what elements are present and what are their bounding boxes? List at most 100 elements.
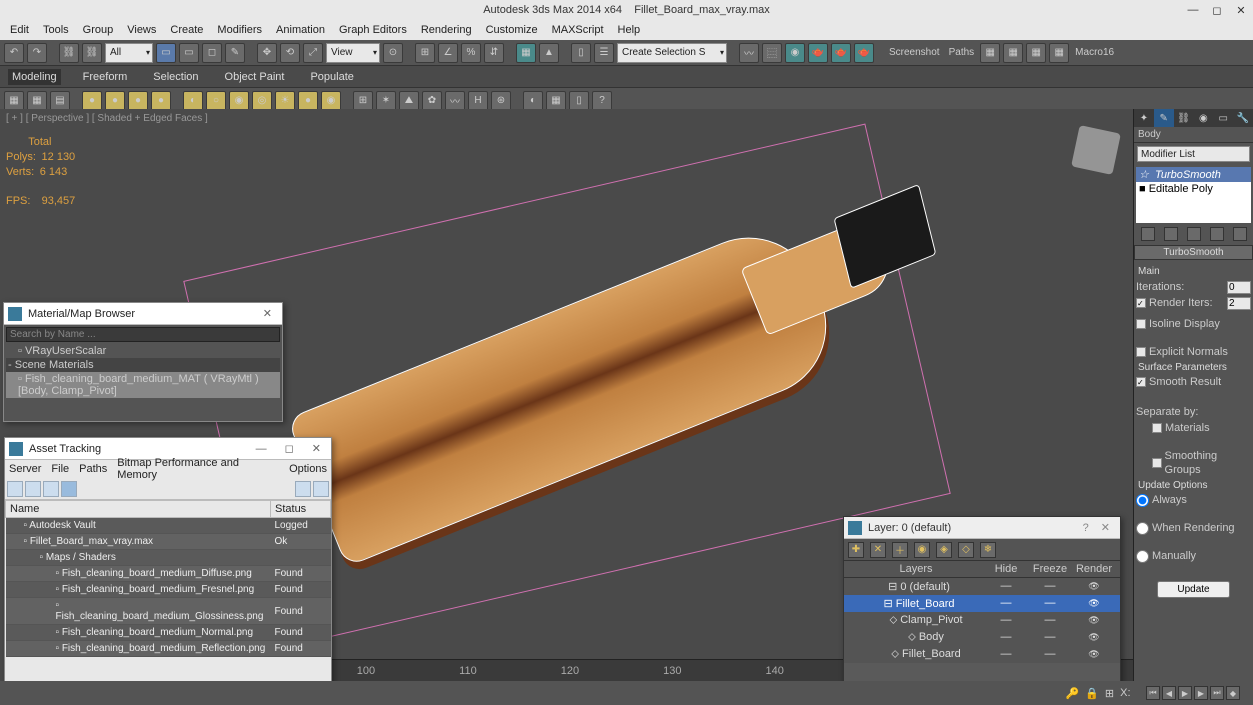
asset-tracking-window[interactable]: Asset Tracking — ◻ ✕ Server File Paths B… xyxy=(4,437,332,690)
move-button[interactable]: ✥ xyxy=(257,43,277,63)
link-button[interactable]: ⛓ xyxy=(59,43,79,63)
menu-tools[interactable]: Tools xyxy=(37,23,75,37)
explicit-normals-check[interactable] xyxy=(1136,347,1146,357)
menu-maxscript[interactable]: MAXScript xyxy=(546,23,610,37)
configure-sets-button[interactable] xyxy=(1233,227,1247,241)
render-frame-button[interactable]: 🫖 xyxy=(831,43,851,63)
menu-modifiers[interactable]: Modifiers xyxy=(211,23,268,37)
pivot-button[interactable]: ⊙ xyxy=(383,43,403,63)
smooth-result-check[interactable] xyxy=(1136,377,1146,387)
asset-minimize[interactable]: — xyxy=(250,443,273,455)
update-always-radio[interactable] xyxy=(1136,494,1149,507)
light5-icon[interactable]: ☀ xyxy=(275,91,295,111)
key-mode-button[interactable]: ◆ xyxy=(1226,686,1240,700)
matbrowser-close[interactable]: ✕ xyxy=(257,307,278,320)
tab-motion[interactable]: ◉ xyxy=(1193,109,1213,127)
util7-icon[interactable]: ⊛ xyxy=(491,91,511,111)
select-rect-button[interactable]: ◻ xyxy=(202,43,222,63)
stack-editable-poly[interactable]: ■ Editable Poly xyxy=(1136,182,1251,196)
poly-btn2[interactable]: ▦ xyxy=(27,91,47,111)
modifier-stack[interactable]: ☆ TurboSmooth ■ Editable Poly xyxy=(1136,167,1251,223)
iterations-input[interactable] xyxy=(1227,281,1251,294)
percent-snap-button[interactable]: % xyxy=(461,43,481,63)
menu-create[interactable]: Create xyxy=(164,23,209,37)
material-editor-button[interactable]: ◉ xyxy=(785,43,805,63)
table-row[interactable]: ▫ Fish_cleaning_board_medium_Fresnel.png… xyxy=(6,582,331,598)
menu-customize[interactable]: Customize xyxy=(480,23,544,37)
macro-btn1[interactable]: ▦ xyxy=(980,43,1000,63)
ribbon-selection[interactable]: Selection xyxy=(149,69,202,85)
sphere1-icon[interactable]: ● xyxy=(82,91,102,111)
angle-snap-button[interactable]: ∠ xyxy=(438,43,458,63)
redo-button[interactable]: ↷ xyxy=(27,43,47,63)
menu-views[interactable]: Views xyxy=(121,23,162,37)
menu-animation[interactable]: Animation xyxy=(270,23,331,37)
poly-btn1[interactable]: ▦ xyxy=(4,91,24,111)
asset-tb4[interactable] xyxy=(61,481,77,497)
play-button[interactable]: ▶ xyxy=(1178,686,1192,700)
layer-select[interactable]: ◉ xyxy=(914,542,930,558)
remove-modifier-button[interactable] xyxy=(1210,227,1224,241)
undo-button[interactable]: ↶ xyxy=(4,43,24,63)
table-row[interactable]: ▫ Fish_cleaning_board_medium_Normal.pngF… xyxy=(6,625,331,641)
mat-item[interactable]: ▫ VRayUserScalar xyxy=(6,344,280,358)
menu-graph-editors[interactable]: Graph Editors xyxy=(333,23,413,37)
snap-button[interactable]: ⊞ xyxy=(415,43,435,63)
named-selection-dropdown[interactable]: Create Selection S xyxy=(617,43,727,63)
menu-rendering[interactable]: Rendering xyxy=(415,23,478,37)
render1-icon[interactable]: ◐ xyxy=(523,91,543,111)
tab-modify[interactable]: ✎ xyxy=(1154,109,1174,127)
asset-maximize[interactable]: ◻ xyxy=(279,442,300,455)
ref-coord-dropdown[interactable]: View xyxy=(326,43,380,63)
show-end-result-button[interactable] xyxy=(1164,227,1178,241)
update-button[interactable]: Update xyxy=(1157,581,1229,598)
asset-tb6[interactable] xyxy=(313,481,329,497)
util1-icon[interactable]: ⊞ xyxy=(353,91,373,111)
curve-editor-button[interactable]: 〰 xyxy=(739,43,759,63)
render3-icon[interactable]: ▯ xyxy=(569,91,589,111)
light1-icon[interactable]: ◐ xyxy=(183,91,203,111)
prev-frame-button[interactable]: ◀ xyxy=(1162,686,1176,700)
layer-freeze[interactable]: ❄ xyxy=(980,542,996,558)
layer-close[interactable]: ✕ xyxy=(1095,521,1116,534)
named-sel-button[interactable]: ▦ xyxy=(516,43,536,63)
goto-start-button[interactable]: ⏮ xyxy=(1146,686,1160,700)
asset-col-name[interactable]: Name xyxy=(6,501,271,518)
poly-btn3[interactable]: ▤ xyxy=(50,91,70,111)
render-setup-button[interactable]: 🫖 xyxy=(808,43,828,63)
layer-delete[interactable]: ✕ xyxy=(870,542,886,558)
macro-btn3[interactable]: ▦ xyxy=(1026,43,1046,63)
table-row[interactable]: ▫ Fillet_Board_max_vray.maxOk xyxy=(6,534,331,550)
asset-tb3[interactable] xyxy=(43,481,59,497)
render-iters-input[interactable] xyxy=(1227,297,1251,310)
pin-stack-button[interactable] xyxy=(1141,227,1155,241)
ribbon-modeling[interactable]: Modeling xyxy=(8,69,61,85)
asset-tb2[interactable] xyxy=(25,481,41,497)
table-row[interactable]: ▫ Maps / Shaders xyxy=(6,550,331,566)
tab-display[interactable]: ▭ xyxy=(1213,109,1233,127)
render2-icon[interactable]: ▦ xyxy=(546,91,566,111)
menu-help[interactable]: Help xyxy=(612,23,647,37)
close-button[interactable]: ✕ xyxy=(1229,0,1253,20)
next-frame-button[interactable]: ▶ xyxy=(1194,686,1208,700)
key-icon[interactable]: 🔑 xyxy=(1065,687,1079,700)
selection-name[interactable]: Body xyxy=(1134,127,1253,143)
update-render-radio[interactable] xyxy=(1136,522,1149,535)
util4-icon[interactable]: ✿ xyxy=(422,91,442,111)
material-browser-window[interactable]: Material/Map Browser✕ Search by Name ...… xyxy=(3,302,283,422)
asset-menu-file[interactable]: File xyxy=(51,463,69,475)
layer-hide[interactable]: ◇ xyxy=(958,542,974,558)
select-name-button[interactable]: ▭ xyxy=(179,43,199,63)
asset-tb5[interactable] xyxy=(295,481,311,497)
paths-button[interactable]: Paths xyxy=(946,47,978,58)
asset-close[interactable]: ✕ xyxy=(306,442,327,455)
sphere2-icon[interactable]: ● xyxy=(105,91,125,111)
ribbon-populate[interactable]: Populate xyxy=(306,69,357,85)
selection-filter-dropdown[interactable]: All xyxy=(105,43,153,63)
table-row[interactable]: ▫ Autodesk VaultLogged xyxy=(6,518,331,534)
layer-highlight[interactable]: ◈ xyxy=(936,542,952,558)
tab-hierarchy[interactable]: ⛓ xyxy=(1174,109,1194,127)
render-iters-check[interactable] xyxy=(1136,298,1146,308)
rotate-button[interactable]: ⟲ xyxy=(280,43,300,63)
util5-icon[interactable]: 〰 xyxy=(445,91,465,111)
